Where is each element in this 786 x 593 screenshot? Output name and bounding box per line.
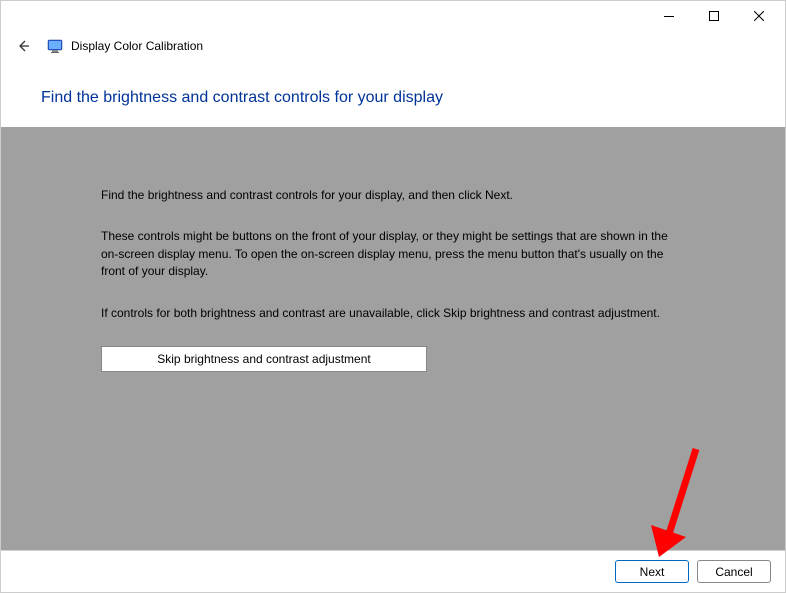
next-button[interactable]: Next — [615, 560, 689, 583]
instruction-paragraph-3: If controls for both brightness and cont… — [101, 305, 685, 322]
monitor-icon — [47, 38, 63, 54]
skip-button[interactable]: Skip brightness and contrast adjustment — [101, 346, 427, 372]
window-titlebar — [1, 1, 785, 31]
page-heading: Find the brightness and contrast control… — [1, 61, 785, 127]
instruction-paragraph-1: Find the brightness and contrast control… — [101, 187, 685, 204]
instruction-paragraph-2: These controls might be buttons on the f… — [101, 228, 685, 280]
content-area: Find the brightness and contrast control… — [1, 127, 785, 560]
maximize-button[interactable] — [691, 2, 736, 30]
back-button[interactable] — [15, 38, 31, 54]
minimize-button[interactable] — [646, 2, 691, 30]
close-button[interactable] — [736, 2, 781, 30]
header-bar: Display Color Calibration — [1, 31, 785, 61]
app-title-wrap: Display Color Calibration — [47, 38, 203, 54]
footer-bar: Next Cancel — [1, 550, 785, 592]
cancel-button[interactable]: Cancel — [697, 560, 771, 583]
app-title: Display Color Calibration — [71, 39, 203, 53]
